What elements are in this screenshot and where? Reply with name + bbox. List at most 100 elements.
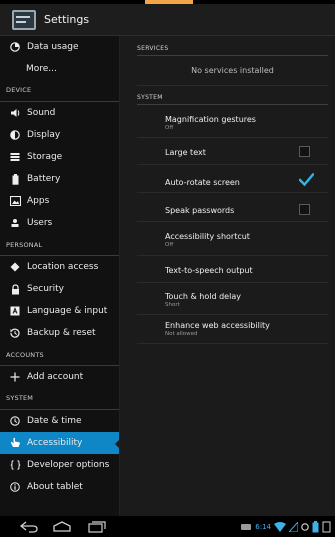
nav-item-label: About tablet bbox=[27, 481, 83, 492]
accessibility-pane: SERVICES No services installed SYSTEM Ma… bbox=[120, 36, 335, 516]
signal-icon bbox=[289, 521, 298, 532]
nav-item-users[interactable]: Users bbox=[0, 212, 119, 234]
pref-title: Auto-rotate screen bbox=[165, 178, 240, 187]
nav-item-label: Location access bbox=[27, 261, 99, 272]
pref-enhance-web-accessibility[interactable]: Enhance web accessibility Not allowed bbox=[165, 321, 315, 337]
pref-title: Touch & hold delay bbox=[165, 292, 241, 301]
clock: 6:14 bbox=[255, 522, 271, 531]
settings-nav: Data usage More... DEVICE Sound Display Stora… bbox=[0, 36, 120, 516]
nav-item-backup-reset[interactable]: Backup & reset bbox=[0, 322, 119, 344]
nav-item-about-tablet[interactable]: About tablet bbox=[0, 476, 119, 498]
divider bbox=[137, 282, 328, 283]
services-divider bbox=[137, 55, 328, 56]
pref-auto-rotate-screen[interactable]: Auto-rotate screen bbox=[165, 178, 315, 187]
system-divider bbox=[137, 104, 328, 105]
app-title: Settings bbox=[44, 13, 90, 26]
speaker-icon bbox=[9, 107, 21, 119]
lock-icon bbox=[9, 283, 21, 295]
nav-item-label: Data usage bbox=[27, 42, 79, 53]
pref-summary: Not allowed bbox=[165, 331, 198, 337]
pref-large-text[interactable]: Large text bbox=[165, 148, 315, 157]
large-text-checkbox[interactable] bbox=[299, 146, 310, 157]
nav-item-location-access[interactable]: Location access bbox=[0, 256, 119, 278]
services-bottom-divider bbox=[137, 85, 328, 86]
pref-summary: Off bbox=[165, 125, 174, 131]
system-header: SYSTEM bbox=[137, 94, 163, 101]
nav-item-label: Language & input bbox=[27, 306, 108, 317]
usb-debug-icon bbox=[322, 521, 331, 532]
pref-title: Speak passwords bbox=[165, 206, 235, 215]
action-bar: Settings bbox=[0, 4, 335, 36]
nav-section-header-accounts: ACCOUNTS bbox=[0, 344, 119, 366]
nav-item-label: Developer options bbox=[27, 459, 110, 470]
divider bbox=[137, 192, 328, 193]
nav-section-label: PERSONAL bbox=[6, 240, 43, 249]
home-button[interactable] bbox=[47, 518, 77, 535]
system-nav-bar: 6:14 bbox=[0, 516, 335, 537]
pref-magnification-gestures[interactable]: Magnification gestures Off bbox=[165, 115, 315, 131]
storage-icon bbox=[9, 151, 21, 163]
nav-section-header-personal: PERSONAL bbox=[0, 234, 119, 256]
back-icon bbox=[20, 520, 38, 533]
users-icon bbox=[9, 217, 21, 229]
nav-item-label: Battery bbox=[27, 174, 61, 185]
nav-item-language-input[interactable]: Language & input bbox=[0, 300, 119, 322]
nav-item-apps[interactable]: Apps bbox=[0, 190, 119, 212]
nav-section-label: SYSTEM bbox=[6, 394, 34, 403]
nav-item-more[interactable]: More... bbox=[0, 58, 119, 80]
clock-icon bbox=[9, 415, 21, 427]
pref-title: Large text bbox=[165, 148, 206, 157]
auto-rotate-checkbox[interactable] bbox=[299, 173, 314, 187]
nav-item-label: Apps bbox=[27, 196, 50, 207]
pref-accessibility-shortcut[interactable]: Accessibility shortcut Off bbox=[165, 232, 315, 248]
backup-icon bbox=[9, 327, 21, 339]
pref-title: Enhance web accessibility bbox=[165, 321, 270, 330]
nav-item-label: Backup & reset bbox=[27, 328, 96, 339]
nav-item-sound[interactable]: Sound bbox=[0, 102, 119, 124]
recent-apps-button[interactable] bbox=[82, 518, 112, 535]
home-icon bbox=[53, 521, 71, 532]
pref-speak-passwords[interactable]: Speak passwords bbox=[165, 206, 315, 215]
screenshot-notification-icon bbox=[241, 523, 252, 530]
settings-app-icon[interactable] bbox=[12, 8, 38, 32]
pie-icon bbox=[9, 41, 21, 53]
nav-item-storage[interactable]: Storage bbox=[0, 146, 119, 168]
battery-status-icon bbox=[312, 520, 319, 532]
nav-item-label: Display bbox=[27, 129, 61, 140]
status-area[interactable]: 6:14 bbox=[240, 519, 331, 534]
wifi-icon bbox=[274, 521, 286, 532]
brightness-icon bbox=[9, 129, 21, 141]
nav-item-add-account[interactable]: Add account bbox=[0, 366, 119, 388]
nav-item-label: Add account bbox=[27, 371, 84, 382]
divider bbox=[137, 255, 328, 256]
hand-icon bbox=[9, 437, 21, 449]
nav-item-date-time[interactable]: Date & time bbox=[0, 410, 119, 432]
nav-item-label: Sound bbox=[27, 107, 56, 118]
pref-touch-hold-delay[interactable]: Touch & hold delay Short bbox=[165, 292, 315, 308]
pref-summary: Short bbox=[165, 302, 180, 308]
nav-section-header-system: SYSTEM bbox=[0, 388, 119, 410]
nav-item-label: Storage bbox=[27, 152, 63, 163]
speak-passwords-checkbox[interactable] bbox=[299, 204, 310, 215]
nav-item-display[interactable]: Display bbox=[0, 124, 119, 146]
alarm-icon bbox=[301, 522, 309, 531]
divider bbox=[137, 314, 328, 315]
divider bbox=[137, 164, 328, 165]
nav-item-developer-options[interactable]: Developer options bbox=[0, 454, 119, 476]
back-button[interactable] bbox=[14, 518, 44, 535]
braces-icon bbox=[9, 459, 21, 471]
nav-item-data-usage[interactable]: Data usage bbox=[0, 36, 119, 58]
plus-icon bbox=[9, 371, 21, 383]
info-icon bbox=[9, 481, 21, 493]
nav-item-security[interactable]: Security bbox=[0, 278, 119, 300]
keyboard-icon bbox=[9, 305, 21, 317]
checkmark-icon bbox=[299, 173, 314, 187]
divider bbox=[137, 343, 328, 344]
apps-icon bbox=[9, 195, 21, 207]
location-icon bbox=[9, 261, 21, 273]
pref-text-to-speech-output[interactable]: Text-to-speech output bbox=[165, 266, 315, 275]
no-services-text: No services installed bbox=[191, 66, 274, 75]
nav-item-accessibility[interactable]: Accessibility bbox=[0, 431, 119, 454]
nav-item-battery[interactable]: Battery bbox=[0, 168, 119, 190]
nav-section-header-device: DEVICE bbox=[0, 80, 119, 102]
